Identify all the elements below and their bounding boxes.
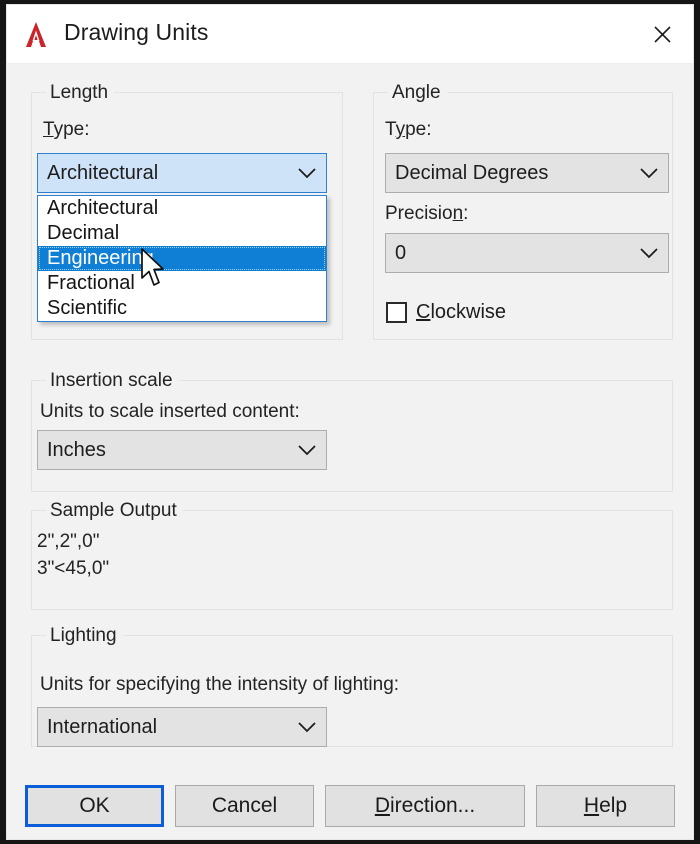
sample-output-line-1: 2",2",0" — [37, 531, 100, 552]
sample-output-group: Sample Output — [31, 500, 673, 610]
angle-precision-combo[interactable]: 0 — [385, 233, 669, 273]
clockwise-label-rest: lockwise — [430, 301, 507, 323]
direction-button-rest: irection... — [389, 794, 476, 817]
angle-type-label-pre: T — [385, 119, 396, 140]
chevron-down-icon — [630, 247, 668, 259]
clockwise-label: Clockwise — [416, 301, 506, 324]
drawing-units-dialog: Drawing Units Length Type: Architectural… — [6, 4, 694, 840]
chevron-down-icon — [630, 167, 668, 179]
clockwise-checkbox[interactable] — [386, 302, 407, 323]
dropdown-option[interactable]: Scientific — [38, 296, 326, 321]
chevron-down-icon — [288, 167, 326, 179]
autocad-a-logo-icon — [19, 18, 53, 51]
insertion-scale-combo[interactable]: Inches — [37, 430, 327, 470]
help-button[interactable]: Help — [536, 785, 675, 827]
angle-type-label: Type: — [385, 119, 431, 141]
angle-precision-label-rest: : — [463, 203, 469, 224]
angle-type-label-rest: pe: — [405, 119, 432, 140]
length-type-combo[interactable]: Architectural — [37, 153, 327, 193]
direction-button-accel: D — [374, 794, 390, 817]
chevron-down-icon — [288, 721, 326, 733]
angle-type-combo[interactable]: Decimal Degrees — [385, 153, 669, 193]
direction-button-label: Direction... — [375, 794, 475, 818]
close-icon[interactable] — [639, 15, 685, 53]
length-type-dropdown-list[interactable]: Architectural Decimal Engineering Fracti… — [37, 195, 327, 322]
lighting-combo[interactable]: International — [37, 707, 327, 747]
help-button-accel: H — [583, 794, 600, 817]
angle-precision-label-accel: n — [452, 203, 464, 224]
angle-type-label-accel: y — [395, 119, 406, 140]
angle-precision-value: 0 — [395, 241, 407, 264]
length-group-label: Length — [46, 82, 115, 104]
ok-button-label: OK — [79, 794, 110, 817]
lighting-description: Units for specifying the intensity of li… — [40, 674, 400, 695]
title-bar: Drawing Units — [7, 5, 693, 64]
chevron-down-icon — [288, 444, 326, 456]
length-type-label-rest: ype: — [53, 119, 90, 140]
dropdown-option[interactable]: Architectural — [38, 196, 326, 221]
clockwise-label-accel: C — [416, 301, 431, 323]
lighting-group-label: Lighting — [46, 625, 123, 647]
clockwise-checkbox-row[interactable]: Clockwise — [386, 301, 506, 324]
sample-output-group-label: Sample Output — [46, 500, 183, 522]
length-type-label-accel: T — [43, 119, 54, 140]
help-button-rest: elp — [599, 794, 628, 817]
lighting-value: International — [47, 715, 158, 738]
cancel-button-label: Cancel — [211, 794, 278, 817]
insertion-scale-description: Units to scale inserted content: — [40, 401, 300, 422]
dropdown-option-selected[interactable]: Engineering — [38, 246, 326, 271]
sample-output-line-2: 3"<45,0" — [37, 558, 110, 579]
insertion-scale-value: Inches — [47, 438, 106, 461]
ok-button[interactable]: OK — [25, 785, 164, 827]
angle-precision-label: Precision: — [385, 203, 468, 225]
cancel-button[interactable]: Cancel — [175, 785, 314, 827]
insertion-scale-group-label: Insertion scale — [46, 370, 179, 392]
dropdown-option[interactable]: Fractional — [38, 271, 326, 296]
angle-group-label: Angle — [388, 82, 447, 104]
length-type-value: Architectural — [47, 161, 159, 184]
length-type-label: Type: — [43, 119, 89, 141]
dropdown-option[interactable]: Decimal — [38, 221, 326, 246]
angle-type-value: Decimal Degrees — [395, 161, 549, 184]
angle-precision-label-pre: Precisio — [385, 203, 453, 224]
help-button-label: Help — [584, 794, 627, 818]
direction-button[interactable]: Direction... — [325, 785, 525, 827]
window-title: Drawing Units — [64, 19, 209, 45]
